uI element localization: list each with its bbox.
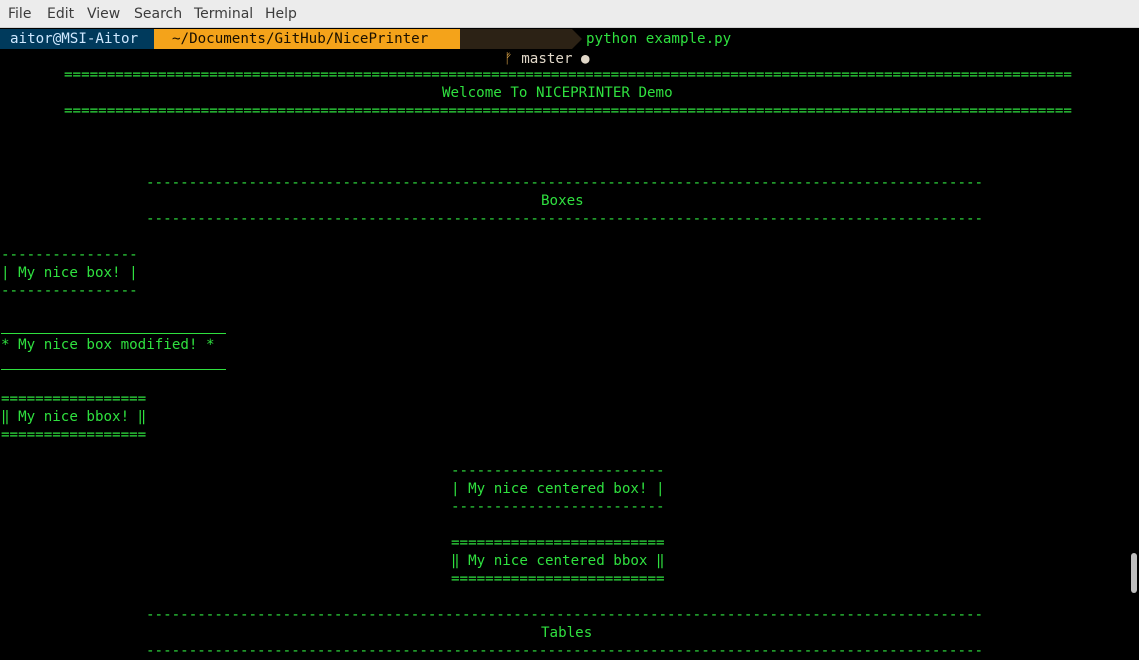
menu-search[interactable]: Search	[134, 5, 182, 23]
centered-bbox-bottom: =========================	[451, 571, 665, 587]
box2-text: * My nice box modified! *	[1, 337, 215, 353]
welcome-rule-bottom: ========================================…	[64, 103, 1072, 119]
bbox-text: ‖ My nice bbox! ‖	[1, 409, 147, 425]
git-branch-icon: ᚠ	[504, 51, 513, 67]
box1-top: ----------------	[1, 247, 138, 263]
tables-rule-bottom: ----------------------------------------…	[146, 643, 982, 659]
terminal-area[interactable]: aitor@MSI-Aitor ~/Documents/GitHub/NiceP…	[0, 28, 1139, 660]
tables-rule-top: ----------------------------------------…	[146, 607, 982, 623]
boxes-title: Boxes	[541, 193, 584, 209]
bbox-bottom: =================	[1, 427, 147, 443]
menu-help[interactable]: Help	[265, 5, 297, 23]
prompt-user-host: aitor@MSI-Aitor	[0, 29, 154, 49]
git-status-dot: ●	[581, 51, 590, 67]
box2-bottom-rule	[1, 369, 226, 370]
prompt-git-branch: master	[521, 51, 573, 67]
box1-text: | My nice box! |	[1, 265, 138, 281]
box1-bottom: ----------------	[1, 283, 138, 299]
menu-bar: File Edit View Search Terminal Help	[0, 0, 1139, 28]
bbox-top: =================	[1, 391, 147, 407]
prompt-git-segment: ᚠ master ●	[460, 29, 590, 67]
boxes-rule-top: ----------------------------------------…	[146, 175, 982, 191]
centered-bbox-text: ‖ My nice centered bbox ‖	[451, 553, 665, 569]
menu-file[interactable]: File	[8, 5, 31, 23]
prompt-separator-arrow	[572, 29, 582, 49]
terminal-scrollbar[interactable]	[1131, 553, 1137, 593]
welcome-rule-top: ========================================…	[64, 67, 1072, 83]
tables-title: Tables	[541, 625, 593, 641]
welcome-title: Welcome To NICEPRINTER Demo	[442, 85, 673, 101]
prompt-command: python example.py	[586, 31, 732, 47]
centered-box-bottom: -------------------------	[451, 499, 665, 515]
centered-box-text: | My nice centered box! |	[451, 481, 665, 497]
box2-top-rule	[1, 333, 226, 334]
centered-bbox-top: =========================	[451, 535, 665, 551]
prompt-path: ~/Documents/GitHub/NicePrinter	[154, 29, 460, 49]
boxes-rule-bottom: ----------------------------------------…	[146, 211, 982, 227]
menu-view[interactable]: View	[87, 5, 120, 23]
menu-terminal[interactable]: Terminal	[194, 5, 253, 23]
centered-box-top: -------------------------	[451, 463, 665, 479]
menu-edit[interactable]: Edit	[47, 5, 74, 23]
